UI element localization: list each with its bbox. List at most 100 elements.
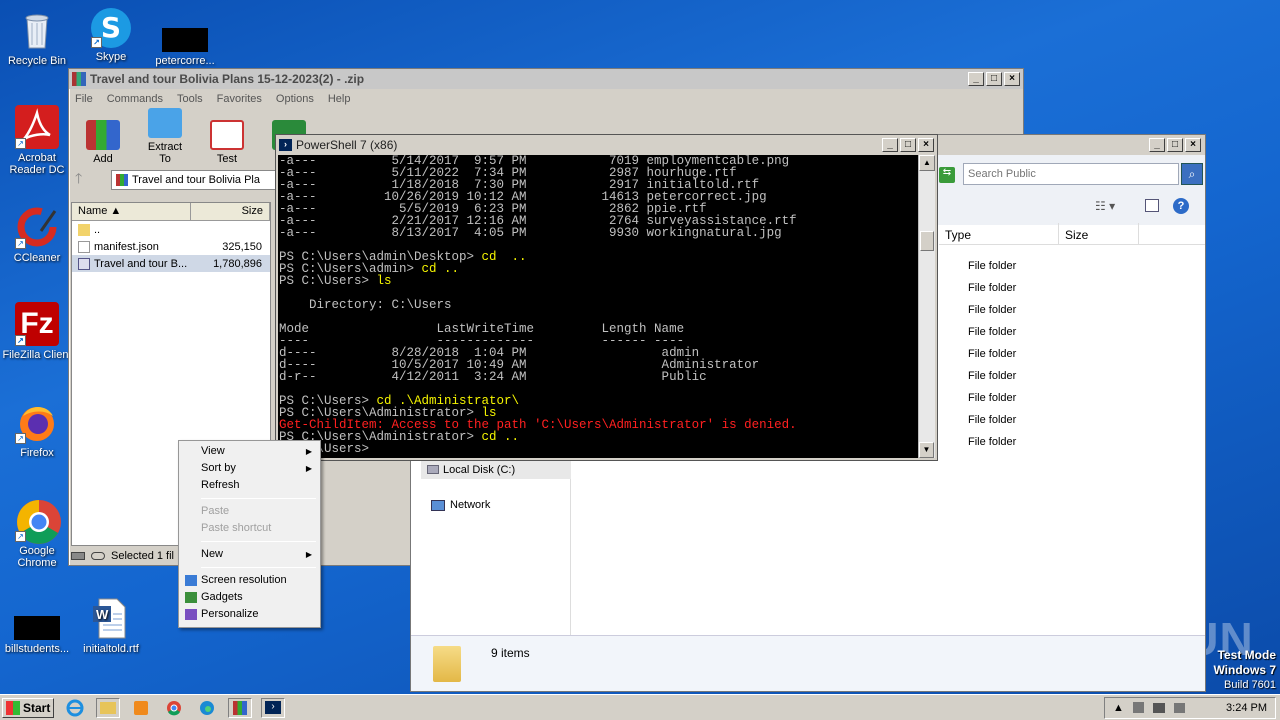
desktop-icon-skype[interactable]: S ↗ Skype: [74, 8, 148, 63]
scroll-thumb[interactable]: [920, 231, 934, 251]
folder-large-icon: [433, 646, 461, 682]
column-size[interactable]: Size: [191, 203, 270, 220]
powershell-titlebar[interactable]: › PowerShell 7 (x86) _ □ ×: [276, 135, 937, 154]
close-button[interactable]: ×: [918, 137, 934, 152]
menu-item-paste: Paste: [201, 505, 230, 517]
test-button[interactable]: Test: [203, 120, 251, 165]
menu-item-sort-by[interactable]: Sort by ▶: [181, 460, 318, 477]
up-arrow-icon[interactable]: 🡑: [75, 168, 105, 192]
add-button[interactable]: Add: [79, 120, 127, 165]
desktop-icon-filezilla[interactable]: Fz ↗ FileZilla Client: [0, 302, 74, 361]
menu-item-new[interactable]: New ▶: [181, 546, 318, 563]
svg-text:W: W: [96, 607, 109, 622]
taskbar-edge-icon[interactable]: [195, 698, 219, 718]
submenu-arrow-icon: ▶: [305, 447, 312, 456]
desktop-icon-billstudents[interactable]: billstudents...: [0, 596, 74, 655]
winrar-menubar: File Commands Tools Favorites Options He…: [69, 89, 1023, 109]
menu-item-gadgets[interactable]: Gadgets: [181, 589, 318, 606]
menu-commands[interactable]: Commands: [107, 93, 163, 105]
type-cell: File folder: [968, 370, 1017, 382]
desktop-icon-label: Skype: [95, 51, 127, 63]
desktop-icon-petercorrect[interactable]: petercorre...: [148, 8, 222, 67]
clock[interactable]: 3:24 PM: [1226, 702, 1267, 714]
extract-to-button[interactable]: Extract To: [141, 108, 189, 165]
menu-item-screen-resolution[interactable]: Screen resolution: [181, 572, 318, 589]
scroll-up-icon[interactable]: ▲: [919, 155, 935, 171]
taskbar-ie-icon[interactable]: [63, 698, 87, 718]
maximize-button[interactable]: □: [1167, 138, 1183, 152]
item-count: 9 items: [491, 646, 530, 660]
network-status-icon[interactable]: [1152, 702, 1165, 713]
desktop-icon-initialtold[interactable]: W initialtold.rtf: [74, 596, 148, 655]
type-cell: File folder: [968, 414, 1017, 426]
maximize-button[interactable]: □: [986, 72, 1002, 86]
explorer-type-list: File folder File folder File folder File…: [968, 255, 1016, 453]
console-line: d-r-- 4/12/2011 3:24 AM Public: [279, 370, 707, 384]
desktop-icon-firefox[interactable]: ↗ Firefox: [0, 400, 74, 459]
file-row[interactable]: ..: [72, 221, 270, 238]
file-row[interactable]: Travel and tour B... 1,780,896: [72, 255, 270, 272]
close-button[interactable]: ×: [1004, 72, 1020, 86]
taskbar-explorer-icon[interactable]: [96, 697, 120, 718]
type-cell: File folder: [968, 260, 1017, 272]
console-scrollbar[interactable]: ▲ ▼: [918, 155, 935, 458]
view-options-icon[interactable]: ☷ ▾: [1095, 199, 1115, 213]
word-document-icon: W: [89, 596, 133, 640]
taskbar: Start › ▲ 3:24 PM: [0, 694, 1280, 720]
submenu-arrow-icon: ▶: [305, 550, 312, 559]
volume-icon[interactable]: [1173, 702, 1185, 713]
close-button[interactable]: ×: [1185, 138, 1201, 152]
taskbar-winrar-icon[interactable]: [228, 697, 252, 718]
preview-pane-icon[interactable]: [1145, 199, 1159, 212]
nav-item-local-disk[interactable]: Local Disk (C:): [421, 461, 571, 479]
menu-favorites[interactable]: Favorites: [217, 93, 262, 105]
desktop-icon-chrome[interactable]: ↗ Google Chrome: [0, 498, 74, 569]
file-list-header: Name ▲ Size: [72, 203, 270, 221]
column-size[interactable]: Size: [1059, 223, 1139, 244]
folder-extract-icon: [148, 108, 182, 138]
console-line: -a--- 8/13/2017 4:05 PM 9930 workingnatu…: [279, 226, 782, 240]
powershell-console[interactable]: -a--- 5/14/2017 9:57 PM 7019 employmentc…: [278, 155, 918, 458]
menu-item-refresh[interactable]: Refresh: [181, 477, 318, 494]
menu-help[interactable]: Help: [328, 93, 351, 105]
start-button[interactable]: Start: [2, 697, 54, 718]
scroll-down-icon[interactable]: ▼: [919, 442, 934, 458]
desktop-icon-label: billstudents...: [4, 643, 70, 655]
chrome-icon: ↗: [15, 498, 61, 544]
nav-item-network[interactable]: Network: [431, 499, 490, 511]
type-cell: File folder: [968, 436, 1017, 448]
winrar-titlebar[interactable]: Travel and tour Bolivia Plans 15-12-2023…: [69, 69, 1023, 89]
powershell-window: › PowerShell 7 (x86) _ □ × -a--- 5/14/20…: [275, 134, 938, 461]
taskbar-media-player-icon[interactable]: [129, 698, 153, 718]
navigation-pane: Local Disk (C:) Network: [411, 459, 571, 635]
desktop-context-menu: View ▶ Sort by ▶ Refresh Paste Paste shortcut N…: [178, 440, 321, 628]
taskbar-chrome-icon[interactable]: [162, 698, 186, 718]
minimize-button[interactable]: _: [1149, 138, 1165, 152]
help-icon[interactable]: ?: [1173, 198, 1189, 214]
menu-tools[interactable]: Tools: [177, 93, 203, 105]
file-row[interactable]: manifest.json 325,150: [72, 238, 270, 255]
menu-item-view[interactable]: View ▶: [181, 443, 318, 460]
system-tray: ▲ 3:24 PM: [1104, 696, 1276, 719]
search-icon[interactable]: ⌕: [1181, 163, 1203, 185]
desktop-icon-ccleaner[interactable]: ↗ CCleaner: [0, 205, 74, 264]
minimize-button[interactable]: _: [882, 137, 898, 152]
desktop-icon-acrobat[interactable]: ↗ Acrobat Reader DC: [0, 105, 74, 176]
menu-item-personalize[interactable]: Personalize: [181, 606, 318, 623]
show-hidden-icons-icon[interactable]: ▲: [1113, 702, 1124, 714]
menu-file[interactable]: File: [75, 93, 93, 105]
maximize-button[interactable]: □: [900, 137, 916, 152]
column-type[interactable]: Type: [939, 223, 1059, 244]
taskbar-powershell-icon[interactable]: ›: [261, 697, 285, 718]
action-center-flag-icon[interactable]: [1132, 702, 1144, 713]
search-input[interactable]: [963, 163, 1179, 185]
refresh-button[interactable]: ⇆: [939, 167, 955, 183]
desktop-icon-recycle-bin[interactable]: Recycle Bin: [0, 8, 74, 67]
filezilla-icon: Fz ↗: [15, 302, 59, 346]
menu-options[interactable]: Options: [276, 93, 314, 105]
minimize-button[interactable]: _: [968, 72, 984, 86]
network-icon: [431, 499, 445, 511]
column-name[interactable]: Name ▲: [72, 203, 191, 220]
type-cell: File folder: [968, 392, 1017, 404]
type-cell: File folder: [968, 348, 1017, 360]
